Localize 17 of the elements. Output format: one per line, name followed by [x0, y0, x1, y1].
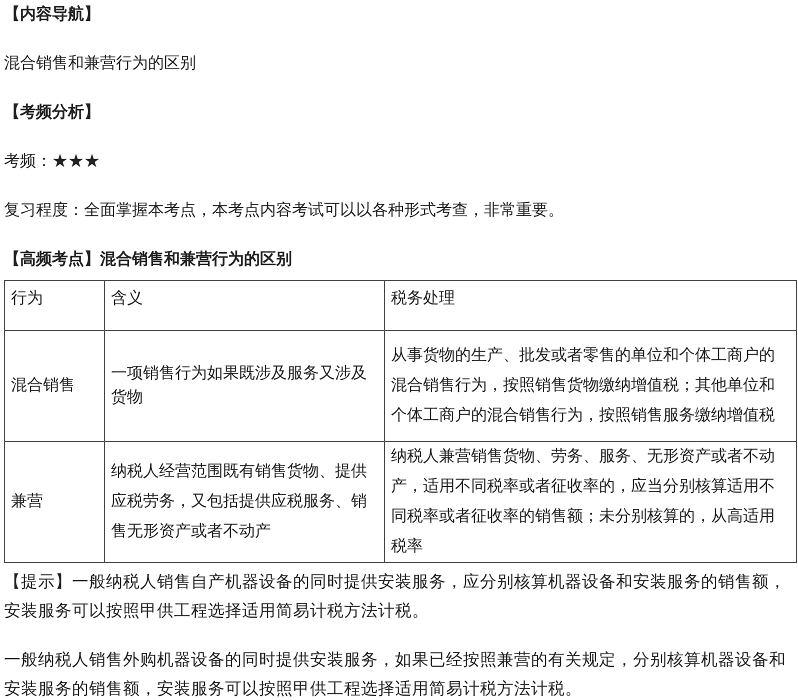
section-heading: 【内容导航】 [4, 4, 100, 25]
paragraph: 一般纳税人销售外购机器设备的同时提供安装服务，如果已经按照兼营的有关规定，分别核算机器设备和安装服务的销售额，安装服务可以按照甲供工程选择适用简易计税方法计税。 [4, 650, 787, 700]
table-cell: 纳税人兼营销售货物、劳务、服务、无形资产或者不动产，适用不同税率或者征收率的，应当分别核算适用不同税率或者征收率的销售额；未分别核算的，从高适用税率 [384, 442, 796, 562]
table-cell: 混合销售 [4, 330, 104, 442]
paragraph: 混合销售和兼营行为的区别 [4, 54, 196, 74]
paragraph: 【提示】一般纳税人销售自产机器设备的同时提供安装服务，应分别核算机器设备和安装服务的销售额，安装服务可以按照甲供工程选择适用简易计税方法计税。 [4, 572, 787, 622]
column-header: 含义 [104, 280, 384, 330]
column-header: 行为 [4, 280, 104, 330]
table-cell: 从事货物的生产、批发或者零售的单位和个体工商户的混合销售行为，按照销售货物缴纳增值税；其他单位和个体工商户的混合销售行为，按照销售服务缴纳增值税 [384, 330, 796, 442]
paragraph: 考频：★★★ [4, 152, 100, 172]
table-cell: 纳税人经营范围既有销售货物、提供应税劳务，又包括提供应税服务、销售无形资产或者不动产 [104, 442, 384, 562]
paragraph: 复习程度：全面掌握本考点，本考点内容考试可以以各种形式考查，非常重要。 [4, 200, 564, 221]
section-heading: 【考频分析】 [4, 102, 100, 123]
table-cell: 一项销售行为如果既涉及服务又涉及货物 [104, 330, 384, 442]
column-header: 税务处理 [384, 280, 796, 330]
table-cell: 兼营 [4, 442, 104, 562]
section-heading: 【高频考点】混合销售和兼营行为的区别 [4, 249, 292, 270]
